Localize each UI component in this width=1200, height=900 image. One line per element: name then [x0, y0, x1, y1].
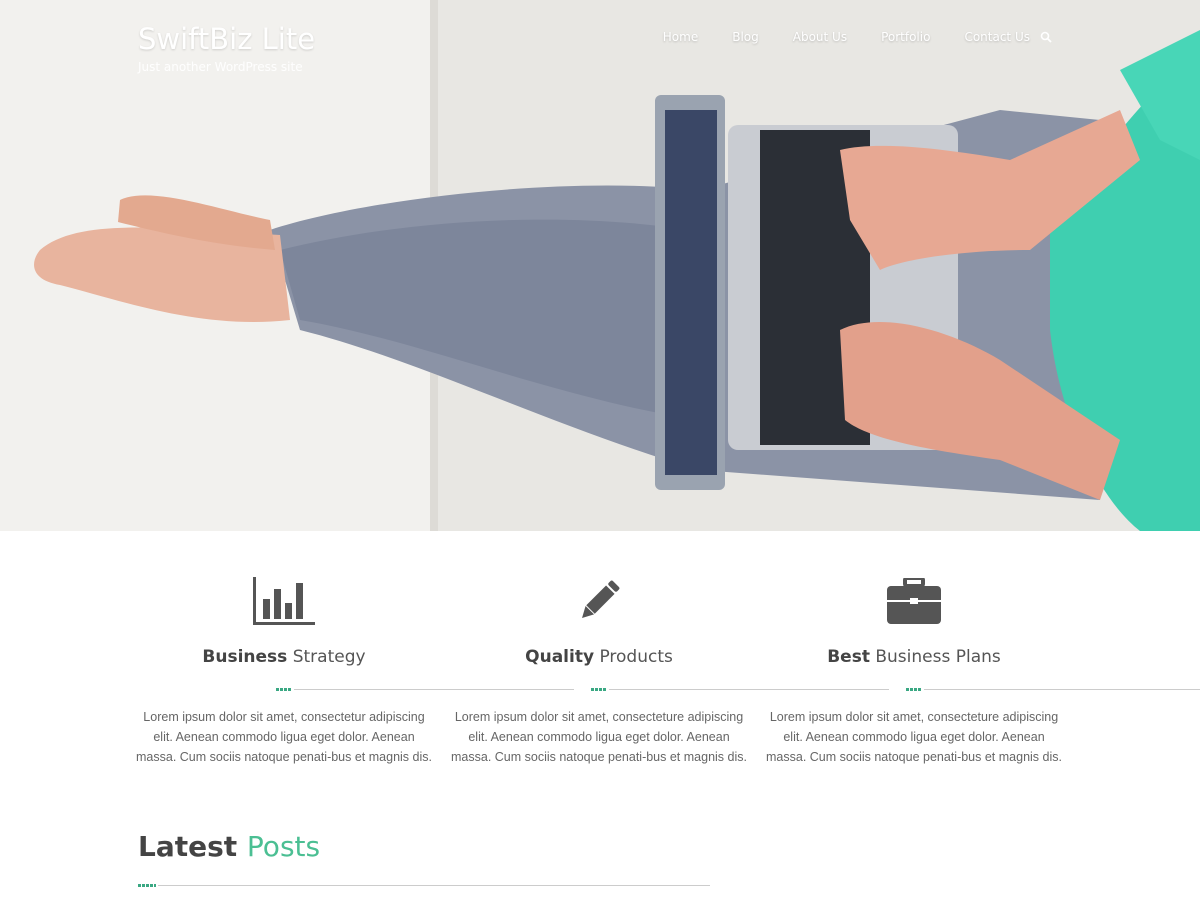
features-section: Business Strategy Lorem ipsum dolor sit …	[0, 531, 1200, 781]
pencil-icon	[449, 571, 749, 631]
hero-banner: SwiftBiz Lite Just another WordPress sit…	[0, 0, 1200, 531]
hero-image	[0, 0, 1200, 531]
search-icon[interactable]	[1040, 30, 1054, 44]
bar-chart-icon	[134, 571, 434, 631]
feature-title: Quality Products	[525, 647, 673, 667]
site-title[interactable]: SwiftBiz Lite	[138, 22, 315, 56]
feature-best-business-plans: Best Business Plans Lorem ipsum dolor si…	[764, 531, 1200, 767]
latest-posts-section: Latest Posts	[138, 830, 710, 887]
feature-text: Lorem ipsum dolor sit amet, consectetur …	[136, 710, 432, 764]
feature-title: Best Business Plans	[827, 647, 1001, 667]
nav-home[interactable]: Home	[663, 30, 698, 44]
nav-about-us[interactable]: About Us	[793, 30, 847, 44]
feature-divider	[764, 688, 1200, 691]
briefcase-icon	[764, 571, 1064, 631]
nav-portfolio[interactable]: Portfolio	[881, 30, 930, 44]
feature-divider	[449, 688, 889, 691]
latest-posts-title: Latest Posts	[138, 830, 321, 863]
feature-text: Lorem ipsum dolor sit amet, consecteture…	[766, 710, 1062, 764]
feature-business-strategy: Business Strategy Lorem ipsum dolor sit …	[134, 531, 574, 767]
site-tagline: Just another WordPress site	[138, 60, 303, 74]
feature-divider	[134, 688, 574, 691]
latest-posts-divider	[138, 884, 710, 887]
site-branding: SwiftBiz Lite Just another WordPress sit…	[138, 22, 315, 74]
feature-quality-products: Quality Products Lorem ipsum dolor sit a…	[449, 531, 889, 767]
nav-contact-us[interactable]: Contact Us	[964, 30, 1030, 44]
nav-blog[interactable]: Blog	[732, 30, 759, 44]
main-navigation: Home Blog About Us Portfolio Contact Us	[629, 30, 1054, 44]
feature-text: Lorem ipsum dolor sit amet, consecteture…	[451, 710, 747, 764]
feature-title: Business Strategy	[202, 647, 366, 667]
